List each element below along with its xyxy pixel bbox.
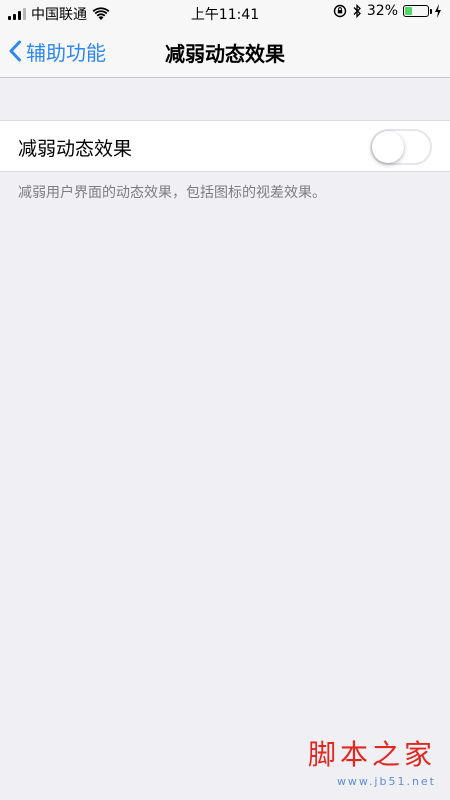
bluetooth-icon [353, 4, 361, 18]
rotation-lock-icon [333, 4, 347, 18]
status-bar: 中国联通 上午11:41 32% [0, 0, 450, 26]
reduce-motion-toggle[interactable] [370, 129, 432, 165]
watermark-logo-text: 脚本之家 [307, 738, 436, 771]
setting-description: 减弱用户界面的动态效果，包括图标的视差效果。 [18, 185, 326, 201]
battery-fill [405, 7, 413, 15]
battery-percent: 32% [366, 3, 398, 19]
toggle-knob [372, 131, 404, 163]
page-title: 减弱动态效果 [165, 42, 285, 66]
status-right: 32% [333, 3, 442, 19]
charging-bolt-icon [435, 4, 441, 18]
settings-group: 减弱动态效果 [0, 120, 450, 172]
watermark-url: www.jb51.net [336, 775, 436, 788]
reduce-motion-label: 减弱动态效果 [18, 138, 133, 160]
battery-icon [403, 5, 432, 17]
watermark: 脚本之家 www.jb51.net [308, 733, 436, 788]
navigation-bar: 辅助功能 减弱动态效果 [0, 26, 450, 78]
